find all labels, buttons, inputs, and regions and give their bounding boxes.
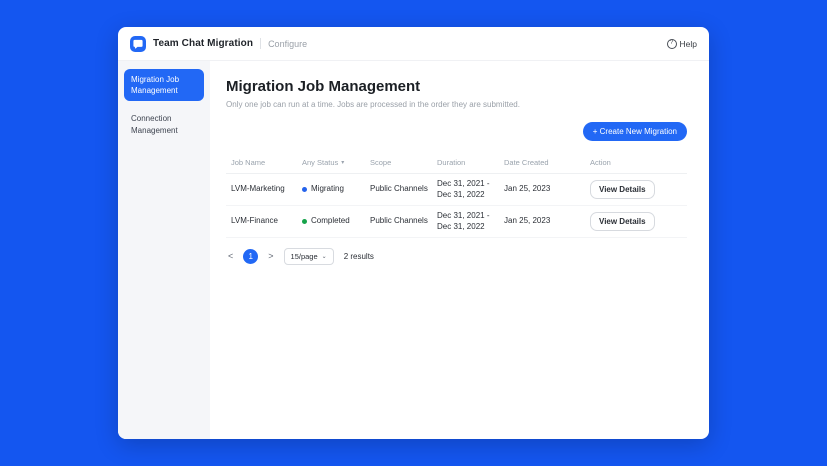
chat-bubble-icon bbox=[133, 39, 143, 49]
app-logo-icon bbox=[130, 36, 146, 52]
column-header-action: Action bbox=[590, 158, 687, 167]
action-cell: View Details bbox=[590, 180, 687, 199]
actions-row: + Create New Migration bbox=[226, 122, 687, 141]
header-divider bbox=[260, 38, 261, 49]
date-created-cell: Jan 25, 2023 bbox=[504, 184, 590, 195]
table-row: LVM-Finance Completed Public Channels De… bbox=[226, 206, 687, 238]
status-badge: Migrating bbox=[302, 184, 370, 195]
app-card: Team Chat Migration Configure ? Help Mig… bbox=[118, 27, 709, 439]
jobs-table: Job Name Any Status ▾ Scope Duration Dat… bbox=[226, 152, 687, 238]
sidebar-item-connection-management[interactable]: Connection Management bbox=[118, 105, 210, 144]
help-label: Help bbox=[680, 39, 697, 49]
column-header-date-created: Date Created bbox=[504, 158, 590, 167]
sidebar-item-migration-job-management[interactable]: Migration Job Management bbox=[124, 69, 204, 101]
caret-down-icon: ▾ bbox=[341, 160, 344, 166]
status-label: Migrating bbox=[311, 184, 344, 195]
column-header-job-name: Job Name bbox=[226, 158, 302, 167]
page-subtitle: Only one job can run at a time. Jobs are… bbox=[226, 100, 687, 109]
duration-cell: Dec 31, 2021 - Dec 31, 2022 bbox=[437, 211, 504, 233]
job-name-cell: LVM-Finance bbox=[226, 216, 302, 227]
date-created-cell: Jan 25, 2023 bbox=[504, 216, 590, 227]
scope-cell: Public Channels bbox=[370, 216, 437, 227]
page-1-button[interactable]: 1 bbox=[243, 249, 258, 264]
job-name-cell: LVM-Marketing bbox=[226, 184, 302, 195]
chevron-down-icon: ⌄ bbox=[322, 254, 327, 260]
status-label: Completed bbox=[311, 216, 350, 227]
app-title: Team Chat Migration bbox=[153, 38, 253, 49]
app-body: Migration Job Management Connection Mana… bbox=[118, 61, 709, 439]
page-title: Migration Job Management bbox=[226, 78, 687, 95]
help-icon: ? bbox=[667, 39, 677, 49]
page-size-value: 15/page bbox=[291, 252, 318, 261]
next-page-button[interactable]: > bbox=[266, 250, 275, 263]
scope-cell: Public Channels bbox=[370, 184, 437, 195]
view-details-button[interactable]: View Details bbox=[590, 212, 655, 231]
results-count: 2 results bbox=[344, 252, 374, 261]
table-header-row: Job Name Any Status ▾ Scope Duration Dat… bbox=[226, 152, 687, 174]
page-size-select[interactable]: 15/page ⌄ bbox=[284, 248, 334, 265]
previous-page-button[interactable]: < bbox=[226, 250, 235, 263]
create-new-migration-button[interactable]: + Create New Migration bbox=[583, 122, 687, 141]
column-header-duration: Duration bbox=[437, 158, 504, 167]
nav-configure[interactable]: Configure bbox=[268, 39, 307, 49]
status-dot-icon bbox=[302, 187, 307, 192]
action-cell: View Details bbox=[590, 212, 687, 231]
status-badge: Completed bbox=[302, 216, 370, 227]
help-button[interactable]: ? Help bbox=[667, 39, 697, 49]
table-row: LVM-Marketing Migrating Public Channels … bbox=[226, 174, 687, 206]
pagination: < 1 > 15/page ⌄ 2 results bbox=[226, 248, 687, 265]
view-details-button[interactable]: View Details bbox=[590, 180, 655, 199]
column-header-status-filter[interactable]: Any Status ▾ bbox=[302, 158, 370, 167]
app-header: Team Chat Migration Configure ? Help bbox=[118, 27, 709, 61]
status-dot-icon bbox=[302, 219, 307, 224]
status-filter-label: Any Status bbox=[302, 158, 338, 167]
duration-cell: Dec 31, 2021 - Dec 31, 2022 bbox=[437, 179, 504, 201]
main-content: Migration Job Management Only one job ca… bbox=[210, 61, 709, 439]
column-header-scope: Scope bbox=[370, 158, 437, 167]
sidebar: Migration Job Management Connection Mana… bbox=[118, 61, 210, 439]
